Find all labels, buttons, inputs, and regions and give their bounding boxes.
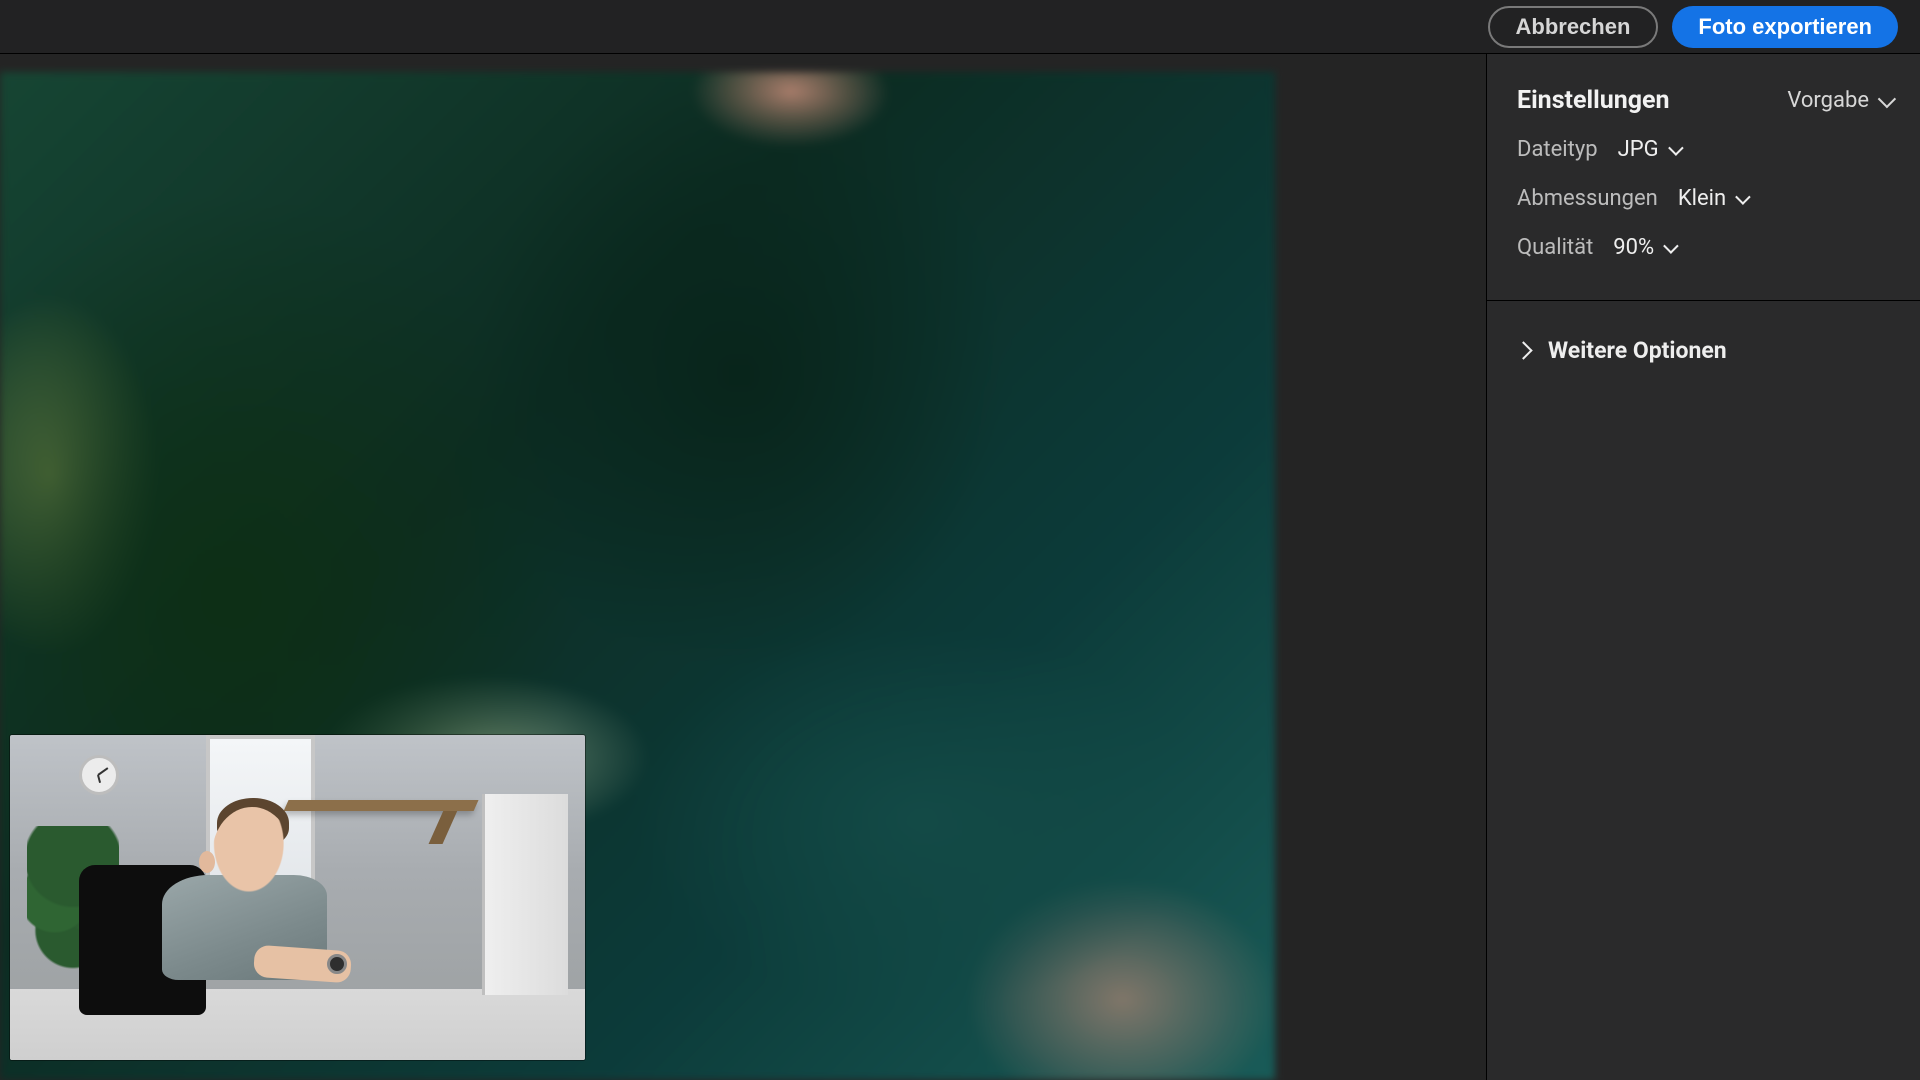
webcam-overlay (10, 735, 585, 1060)
chevron-right-icon (1514, 341, 1532, 359)
preview-canvas (0, 54, 1486, 1080)
more-options-label: Weitere Optionen (1548, 337, 1727, 364)
webcam-person (148, 807, 378, 1009)
dimensions-dropdown[interactable]: Klein (1678, 186, 1747, 211)
main-area: Einstellungen Vorgabe Dateityp JPG Abmes… (0, 54, 1920, 1080)
row-filetype: Dateityp JPG (1517, 137, 1890, 162)
filetype-dropdown[interactable]: JPG (1618, 137, 1680, 162)
dimensions-value: Klein (1678, 186, 1726, 211)
dimensions-label: Abmessungen (1517, 186, 1658, 211)
preset-label: Vorgabe (1787, 88, 1869, 113)
chevron-down-icon (1735, 189, 1751, 205)
topbar: Abbrechen Foto exportieren (0, 0, 1920, 54)
webcam-person-ear (199, 851, 215, 873)
webcam-shelf-support (428, 811, 457, 844)
chevron-down-icon (1668, 140, 1684, 156)
export-settings-panel: Einstellungen Vorgabe Dateityp JPG Abmes… (1486, 54, 1920, 1080)
webcam-person-watch (327, 954, 347, 974)
panel-header: Einstellungen Vorgabe (1487, 54, 1920, 123)
chevron-down-icon (1878, 90, 1896, 108)
filetype-label: Dateityp (1517, 137, 1598, 162)
settings-list: Dateityp JPG Abmessungen Klein Qualität … (1487, 123, 1920, 286)
chevron-down-icon (1663, 238, 1679, 254)
export-photo-button[interactable]: Foto exportieren (1672, 6, 1898, 48)
filetype-value: JPG (1618, 137, 1659, 162)
webcam-wall-clock (79, 755, 119, 795)
quality-label: Qualität (1517, 235, 1593, 260)
quality-value: 90% (1613, 235, 1654, 260)
row-quality: Qualität 90% (1517, 235, 1890, 260)
cancel-button[interactable]: Abbrechen (1488, 6, 1659, 48)
preset-dropdown[interactable]: Vorgabe (1787, 88, 1892, 113)
row-dimensions: Abmessungen Klein (1517, 186, 1890, 211)
quality-dropdown[interactable]: 90% (1613, 235, 1675, 260)
more-options-toggle[interactable]: Weitere Optionen (1487, 301, 1920, 400)
webcam-person-head (212, 807, 292, 903)
webcam-monitor (482, 794, 568, 996)
panel-title: Einstellungen (1517, 86, 1670, 115)
